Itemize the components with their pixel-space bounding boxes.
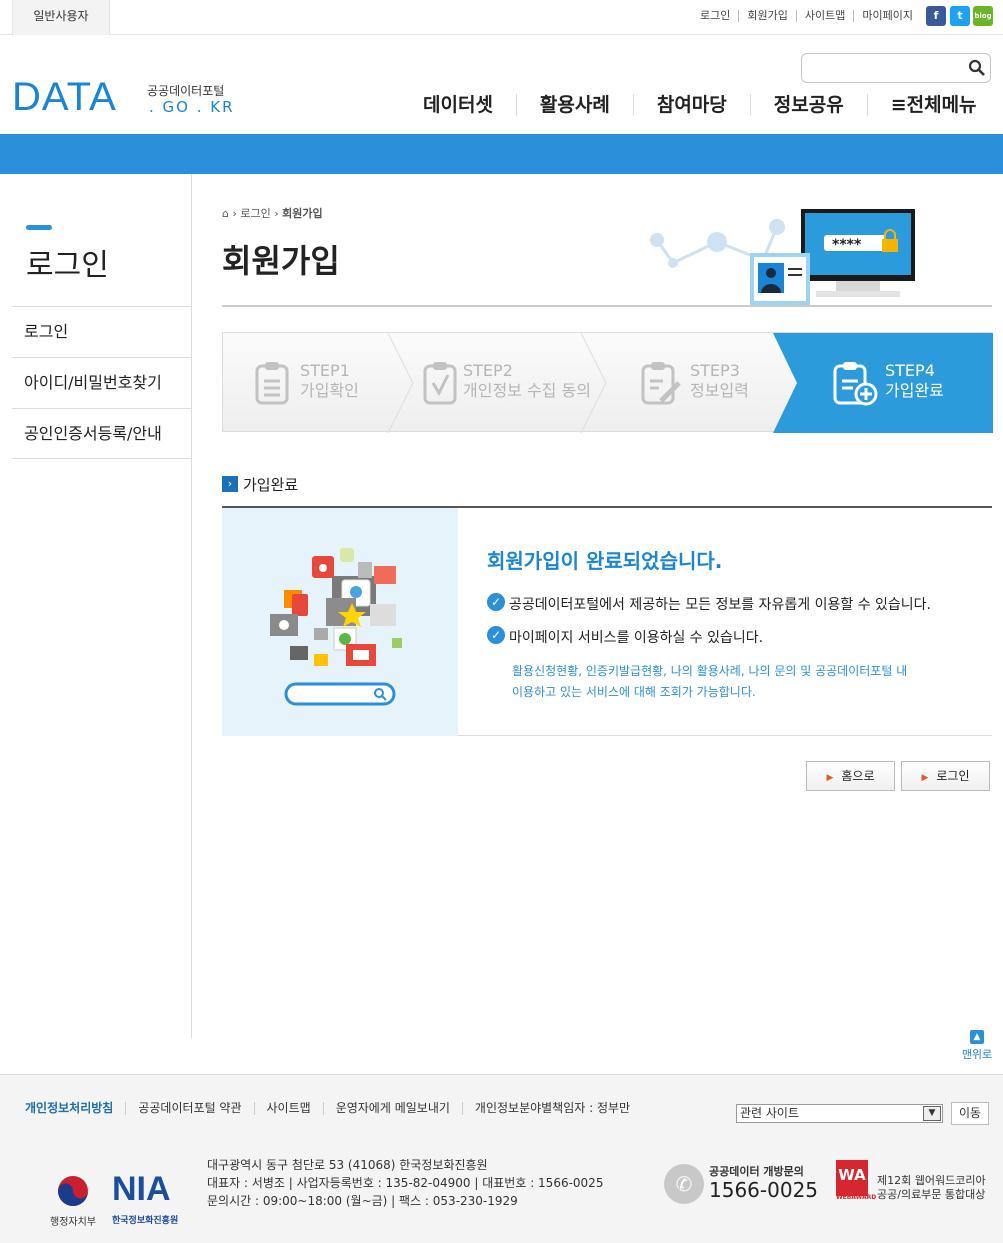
- related-sites-select[interactable]: 관련 사이트 ▼: [736, 1104, 943, 1123]
- nia-logo: NIA: [112, 1170, 171, 1208]
- tel-caption: 공공데이터 개방문의: [709, 1165, 804, 1178]
- step-4: STEP4 가입완료: [803, 333, 993, 433]
- complete-info-line-1: 공공데이터포털에서 제공하는 모든 정보를 자유롭게 이용할 수 있습니다.: [509, 597, 931, 613]
- util-signup-link[interactable]: 회원가입: [739, 10, 797, 22]
- breadcrumb-login[interactable]: 로그인: [240, 207, 270, 220]
- sidebar-title: 로그인: [26, 248, 109, 283]
- top-utility-bar: 일반사용자 로그인 회원가입 사이트맵 마이페이지 f t blog: [0, 0, 1003, 36]
- nav-dataset[interactable]: 데이터셋: [400, 94, 516, 116]
- step-2-number: STEP2: [463, 361, 513, 380]
- step-1: STEP1 가입확인: [223, 333, 393, 433]
- to-top-label: 맨위로: [961, 1048, 993, 1061]
- tel-number: 1566-0025: [709, 1178, 819, 1202]
- step-2-label: 개인정보 수집 동의: [463, 381, 591, 400]
- webaward-logo-text: WEBAWARD: [836, 1194, 877, 1201]
- util-mypage-link[interactable]: 마이페이지: [854, 10, 921, 22]
- step-3-number: STEP3: [690, 361, 740, 380]
- mypage-description-2: 이용하고 있는 서비스에 대해 조회가 가능합니다.: [512, 685, 756, 699]
- section-title: 가입완료: [243, 476, 299, 494]
- signup-steps: STEP1 가입확인 STEP2 개인정보 수집 동의 STEP3 정보입력 S…: [222, 332, 993, 433]
- title-divider: [222, 305, 992, 307]
- general-user-tab[interactable]: 일반사용자: [12, 0, 110, 36]
- check-icon: ✓: [487, 626, 505, 644]
- nia-label: 한국정보화진흥원: [112, 1216, 179, 1226]
- utility-links: 로그인 회원가입 사이트맵 마이페이지: [692, 10, 921, 22]
- footer-company-info: 대표자 : 서병조 | 사업자등록번호 : 135-82-04900 | 대표번…: [207, 1176, 604, 1190]
- mypage-description-1: 활용신청현황, 인증키발급현황, 나의 활용사례, 나의 문의 및 공공데이터포…: [512, 664, 908, 678]
- chevron-down-icon: ▼: [923, 1106, 941, 1121]
- nav-info-share[interactable]: 정보공유: [749, 94, 867, 116]
- arrow-right-icon: ▶: [921, 773, 929, 783]
- page-title: 회원가입: [222, 242, 340, 280]
- step-4-number: STEP4: [885, 361, 935, 380]
- complete-info-line-2: 마이페이지 서비스를 이용하실 수 있습니다.: [509, 630, 764, 646]
- main-navigation: 데이터셋 활용사례 참여마당 정보공유 ≡전체메뉴: [400, 94, 989, 116]
- search-icon[interactable]: [968, 59, 986, 77]
- webaward-logo-mark: WA: [838, 1166, 866, 1184]
- edit-form-icon: [641, 362, 681, 405]
- government-emblem-icon: [58, 1176, 88, 1206]
- step-1-number: STEP1: [300, 361, 350, 380]
- login-button-label: 로그인: [936, 769, 970, 783]
- logo-subtitle: 공공데이터포털: [147, 84, 225, 98]
- footer-address: 대구광역시 동구 첨단로 53 (41068) 한국정보화진흥원: [207, 1158, 488, 1172]
- footer-hours: 문의시간 : 09:00~18:00 (월~금) | 팩스 : 053-230-…: [207, 1194, 518, 1208]
- footer-terms-link[interactable]: 공공데이터포털 약관: [125, 1102, 253, 1115]
- twitter-icon[interactable]: t: [950, 6, 970, 26]
- clipboard-check-icon: [423, 362, 457, 405]
- nav-all-menu[interactable]: ≡전체메뉴: [866, 94, 989, 116]
- footer-email-link[interactable]: 운영자에게 메일보내기: [322, 1102, 462, 1115]
- government-label: 행정자치부: [50, 1217, 96, 1228]
- complete-illustration: [222, 508, 458, 736]
- search-input[interactable]: [806, 58, 961, 78]
- sidebar-title-mark: [26, 225, 52, 230]
- home-button[interactable]: ▶ 홈으로: [806, 761, 895, 791]
- breadcrumb: ⌂ › 로그인 › 회원가입: [222, 207, 323, 220]
- phone-icon: ✆: [664, 1164, 704, 1204]
- chevron-right-icon: ›: [222, 476, 238, 492]
- footer-sitemap-link[interactable]: 사이트맵: [253, 1102, 323, 1115]
- sidebar: 로그인 로그인 아이디/비밀번호찾기 공인인증서등록/안내: [12, 174, 192, 1038]
- util-sitemap-link[interactable]: 사이트맵: [797, 10, 855, 22]
- webaward-logo: WA: [836, 1160, 868, 1196]
- util-login-link[interactable]: 로그인: [692, 10, 740, 22]
- sidebar-item-certificate[interactable]: 공인인증서등록/안내: [12, 408, 191, 459]
- footer-privacy-policy-link[interactable]: 개인정보처리방침: [25, 1102, 125, 1115]
- step-4-label: 가입완료: [885, 381, 944, 400]
- nav-use-cases[interactable]: 활용사례: [515, 94, 633, 116]
- to-top-button[interactable]: ▲ 맨위로: [960, 1030, 994, 1062]
- clipboard-plus-icon: [833, 362, 878, 406]
- logo-domain: . GO . KR: [149, 98, 235, 116]
- logo-data[interactable]: DATA: [12, 74, 117, 120]
- home-button-label: 홈으로: [841, 769, 875, 783]
- complete-message-title: 회원가입이 완료되었습니다.: [487, 549, 723, 573]
- arrow-right-icon: ▶: [826, 773, 834, 783]
- step-1-label: 가입확인: [300, 381, 359, 400]
- footer-links: 개인정보처리방침 공공데이터포털 약관 사이트맵 운영자에게 메일보내기 개인정…: [25, 1102, 642, 1115]
- facebook-icon[interactable]: f: [926, 6, 946, 26]
- header-blue-band: [0, 134, 1003, 174]
- blog-icon[interactable]: blog: [973, 6, 993, 26]
- award-line-2: 공공/의료부문 통합대상: [877, 1188, 986, 1201]
- step-3-label: 정보입력: [690, 381, 749, 400]
- social-bubbles-illustration: [270, 548, 402, 706]
- password-mask: ****: [832, 237, 862, 253]
- breadcrumb-current: 회원가입: [282, 207, 323, 220]
- related-sites-value: 관련 사이트: [740, 1106, 800, 1120]
- footer-privacy-officer: 개인정보분야별책임자 : 정부만: [461, 1102, 642, 1115]
- step-2: STEP2 개인정보 수집 동의: [413, 333, 603, 433]
- clipboard-icon: [255, 362, 289, 405]
- signup-complete-box: [222, 506, 992, 736]
- check-icon: ✓: [487, 593, 505, 611]
- related-sites-go-button[interactable]: 이동: [951, 1102, 989, 1125]
- login-button[interactable]: ▶ 로그인: [901, 761, 990, 791]
- search-box[interactable]: [801, 53, 991, 83]
- nav-participation[interactable]: 참여마당: [632, 94, 750, 116]
- login-illustration: ****: [650, 209, 915, 305]
- sidebar-item-find-id-password[interactable]: 아이디/비밀번호찾기: [12, 357, 191, 408]
- arrow-up-icon: ▲: [970, 1030, 984, 1044]
- step-3: STEP3 정보입력: [606, 333, 776, 433]
- sidebar-item-login[interactable]: 로그인: [12, 306, 191, 357]
- home-icon[interactable]: ⌂: [222, 207, 229, 220]
